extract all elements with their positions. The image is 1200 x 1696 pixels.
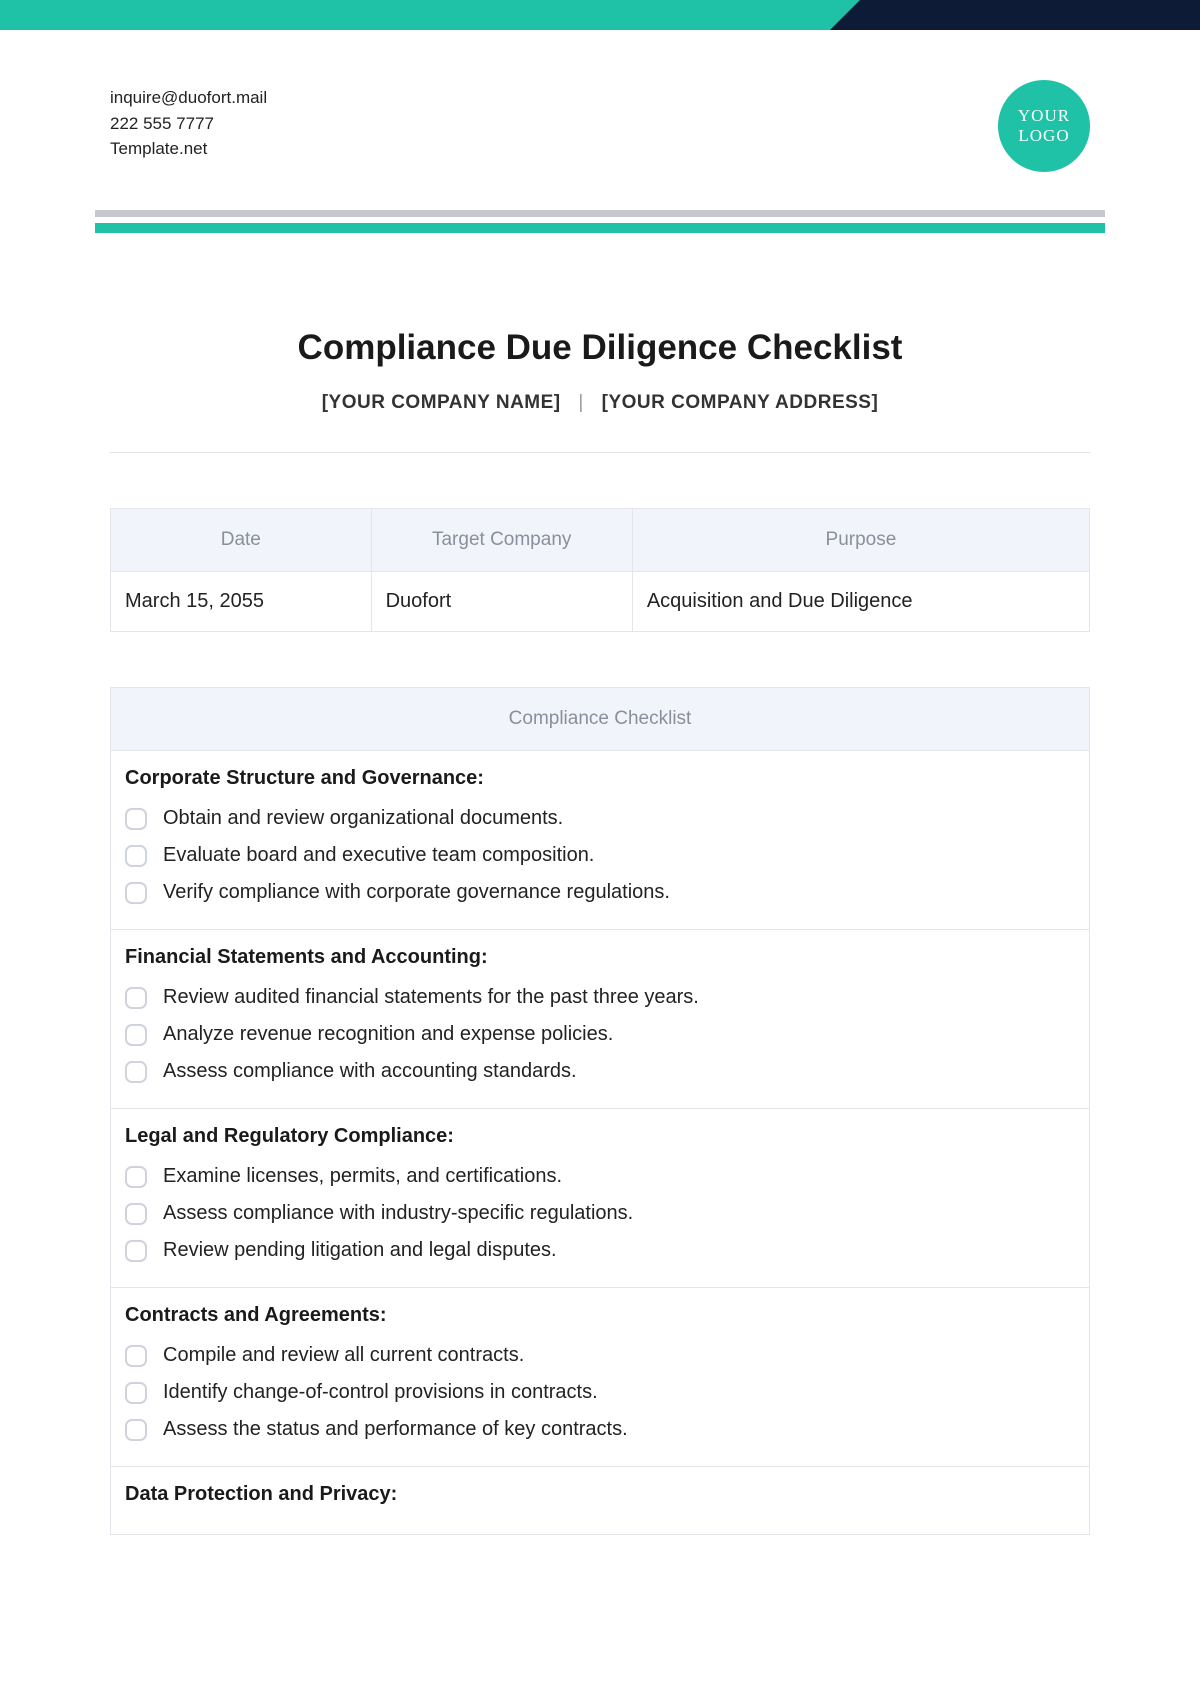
checkbox[interactable] xyxy=(125,1166,147,1188)
check-item: Examine licenses, permits, and certifica… xyxy=(125,1158,1075,1195)
check-item: Assess compliance with industry-specific… xyxy=(125,1195,1075,1232)
divider-gray xyxy=(95,210,1105,217)
section-heading: Contracts and Agreements: xyxy=(125,1304,1075,1327)
checklist-table: Compliance Checklist Corporate Structure… xyxy=(110,687,1090,1535)
check-text: Identify change-of-control provisions in… xyxy=(163,1381,598,1404)
check-text: Review pending litigation and legal disp… xyxy=(163,1239,557,1262)
section-heading: Corporate Structure and Governance: xyxy=(125,767,1075,790)
subtitle-separator: | xyxy=(578,392,583,413)
check-item: Verify compliance with corporate governa… xyxy=(125,874,1075,911)
subtitle-row: [YOUR COMPANY NAME] | [YOUR COMPANY ADDR… xyxy=(110,392,1090,414)
top-accent-bar xyxy=(0,0,1200,30)
check-text: Compile and review all current contracts… xyxy=(163,1344,524,1367)
section-heading: Data Protection and Privacy: xyxy=(125,1483,1075,1506)
logo-text-2: LOGO xyxy=(1018,126,1069,146)
contact-info: inquire@duofort.mail 222 555 7777 Templa… xyxy=(110,85,267,162)
checkbox[interactable] xyxy=(125,1345,147,1367)
header-section: inquire@duofort.mail 222 555 7777 Templa… xyxy=(0,30,1200,172)
check-item: Assess compliance with accounting standa… xyxy=(125,1053,1075,1090)
checklist-header: Compliance Checklist xyxy=(111,688,1090,751)
checkbox[interactable] xyxy=(125,808,147,830)
checklist-section: Contracts and Agreements: Compile and rev… xyxy=(111,1288,1090,1467)
thin-divider xyxy=(110,452,1090,453)
check-item: Obtain and review organizational documen… xyxy=(125,800,1075,837)
info-row: March 15, 2055 Duofort Acquisition and D… xyxy=(111,572,1090,632)
divider-block xyxy=(95,210,1105,233)
check-item: Compile and review all current contracts… xyxy=(125,1337,1075,1374)
check-item: Evaluate board and executive team compos… xyxy=(125,837,1075,874)
checklist-section: Corporate Structure and Governance: Obtai… xyxy=(111,751,1090,930)
info-header-target: Target Company xyxy=(371,509,632,572)
divider-teal xyxy=(95,223,1105,233)
checkbox[interactable] xyxy=(125,1382,147,1404)
info-table: Date Target Company Purpose March 15, 20… xyxy=(110,508,1090,632)
checkbox[interactable] xyxy=(125,987,147,1009)
check-item: Assess the status and performance of key… xyxy=(125,1411,1075,1448)
page-title: Compliance Due Diligence Checklist xyxy=(110,328,1090,368)
check-text: Verify compliance with corporate governa… xyxy=(163,881,670,904)
section-heading: Financial Statements and Accounting: xyxy=(125,946,1075,969)
info-header-date: Date xyxy=(111,509,372,572)
check-text: Obtain and review organizational documen… xyxy=(163,807,563,830)
check-text: Assess compliance with industry-specific… xyxy=(163,1202,633,1225)
check-item: Identify change-of-control provisions in… xyxy=(125,1374,1075,1411)
checklist-section: Legal and Regulatory Compliance: Examine … xyxy=(111,1109,1090,1288)
content-area: Compliance Due Diligence Checklist [YOUR… xyxy=(0,233,1200,1535)
check-text: Assess compliance with accounting standa… xyxy=(163,1060,577,1083)
info-header-purpose: Purpose xyxy=(632,509,1089,572)
logo-placeholder: YOUR LOGO xyxy=(998,80,1090,172)
check-text: Assess the status and performance of key… xyxy=(163,1418,628,1441)
info-cell-date: March 15, 2055 xyxy=(111,572,372,632)
check-item: Review audited financial statements for … xyxy=(125,979,1075,1016)
checklist-section: Financial Statements and Accounting: Revi… xyxy=(111,930,1090,1109)
checkbox[interactable] xyxy=(125,1061,147,1083)
info-cell-target: Duofort xyxy=(371,572,632,632)
check-item: Review pending litigation and legal disp… xyxy=(125,1232,1075,1269)
checkbox[interactable] xyxy=(125,882,147,904)
checkbox[interactable] xyxy=(125,845,147,867)
checkbox[interactable] xyxy=(125,1024,147,1046)
logo-text-1: YOUR xyxy=(1018,106,1070,126)
check-text: Examine licenses, permits, and certifica… xyxy=(163,1165,562,1188)
contact-email: inquire@duofort.mail xyxy=(110,85,267,111)
checkbox[interactable] xyxy=(125,1203,147,1225)
check-text: Analyze revenue recognition and expense … xyxy=(163,1023,613,1046)
contact-phone: 222 555 7777 xyxy=(110,111,267,137)
section-heading: Legal and Regulatory Compliance: xyxy=(125,1125,1075,1148)
check-text: Review audited financial statements for … xyxy=(163,986,699,1009)
checkbox[interactable] xyxy=(125,1419,147,1441)
company-name-placeholder: [YOUR COMPANY NAME] xyxy=(322,392,561,413)
contact-site: Template.net xyxy=(110,136,267,162)
info-cell-purpose: Acquisition and Due Diligence xyxy=(632,572,1089,632)
check-item: Analyze revenue recognition and expense … xyxy=(125,1016,1075,1053)
company-address-placeholder: [YOUR COMPANY ADDRESS] xyxy=(602,392,879,413)
checklist-section: Data Protection and Privacy: xyxy=(111,1467,1090,1535)
checkbox[interactable] xyxy=(125,1240,147,1262)
check-text: Evaluate board and executive team compos… xyxy=(163,844,594,867)
top-accent-dark xyxy=(860,0,1200,30)
